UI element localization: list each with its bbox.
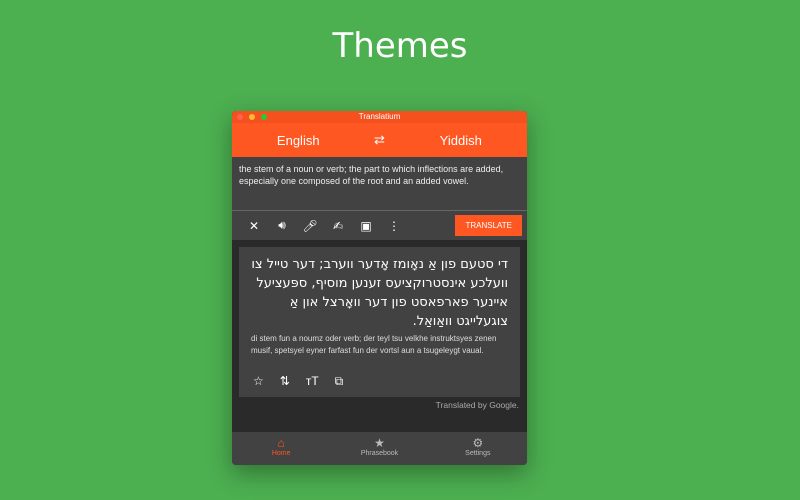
speaker-icon[interactable]: 🔊︎ — [268, 218, 296, 233]
source-language-button[interactable]: English — [232, 133, 365, 148]
target-language-button[interactable]: Yiddish — [395, 133, 528, 148]
gear-icon: ⚙ — [472, 436, 484, 450]
window-title: Translatium — [358, 112, 401, 121]
home-icon: ⌂ — [277, 436, 285, 450]
nav-item-settings[interactable]: ⚙ Settings — [429, 432, 527, 465]
copy-icon[interactable]: ⧉ — [335, 374, 344, 389]
input-toolbar: ✕ 🔊︎ 🎤︎ ✍︎ ▣ ⋮ TRANSLATE — [232, 211, 527, 240]
clear-icon[interactable]: ✕ — [240, 219, 268, 233]
language-bar: English ⇄ Yiddish — [232, 123, 527, 157]
handwriting-icon[interactable]: ✍︎ — [324, 219, 352, 233]
attribution: Translated by Google. — [435, 400, 519, 410]
nav-item-phrasebook[interactable]: ★ Phrasebook — [330, 432, 428, 465]
star-icon[interactable]: ☆ — [253, 374, 264, 389]
text-size-icon[interactable]: ᴛT — [306, 374, 319, 389]
maximize-window-button[interactable] — [261, 114, 267, 120]
swap-languages-icon[interactable]: ⇄ — [365, 132, 395, 148]
swap-vertical-icon[interactable]: ⇅ — [280, 374, 290, 389]
app-window: Translatium English ⇄ Yiddish the stem o… — [232, 111, 527, 465]
more-options-icon[interactable]: ⋮ — [380, 219, 408, 233]
image-icon[interactable]: ▣ — [352, 219, 380, 233]
minimize-window-button[interactable] — [249, 114, 255, 120]
star-icon: ★ — [374, 436, 385, 450]
bottom-nav: ⌂ Home ★ Phrasebook ⚙ Settings — [232, 432, 527, 465]
translate-button[interactable]: TRANSLATE — [455, 215, 522, 236]
translated-text: די סטעם פון אַ נאָומז אָדער ווערב; דער ט… — [251, 257, 508, 329]
page-title: Themes — [332, 26, 468, 66]
result-card: די סטעם פון אַ נאָומז אָדער ווערב; דער ט… — [239, 247, 520, 397]
input-text-area[interactable]: the stem of a noun or verb; the part to … — [232, 157, 527, 211]
microphone-icon[interactable]: 🎤︎ — [296, 219, 324, 233]
result-actions: ☆ ⇅ ᴛT ⧉ — [253, 374, 343, 389]
close-window-button[interactable] — [237, 114, 243, 120]
nav-item-home[interactable]: ⌂ Home — [232, 432, 330, 465]
title-bar: Translatium — [232, 111, 527, 123]
romanization-text: di stem fun a noumz oder verb; der teyl … — [251, 334, 497, 355]
